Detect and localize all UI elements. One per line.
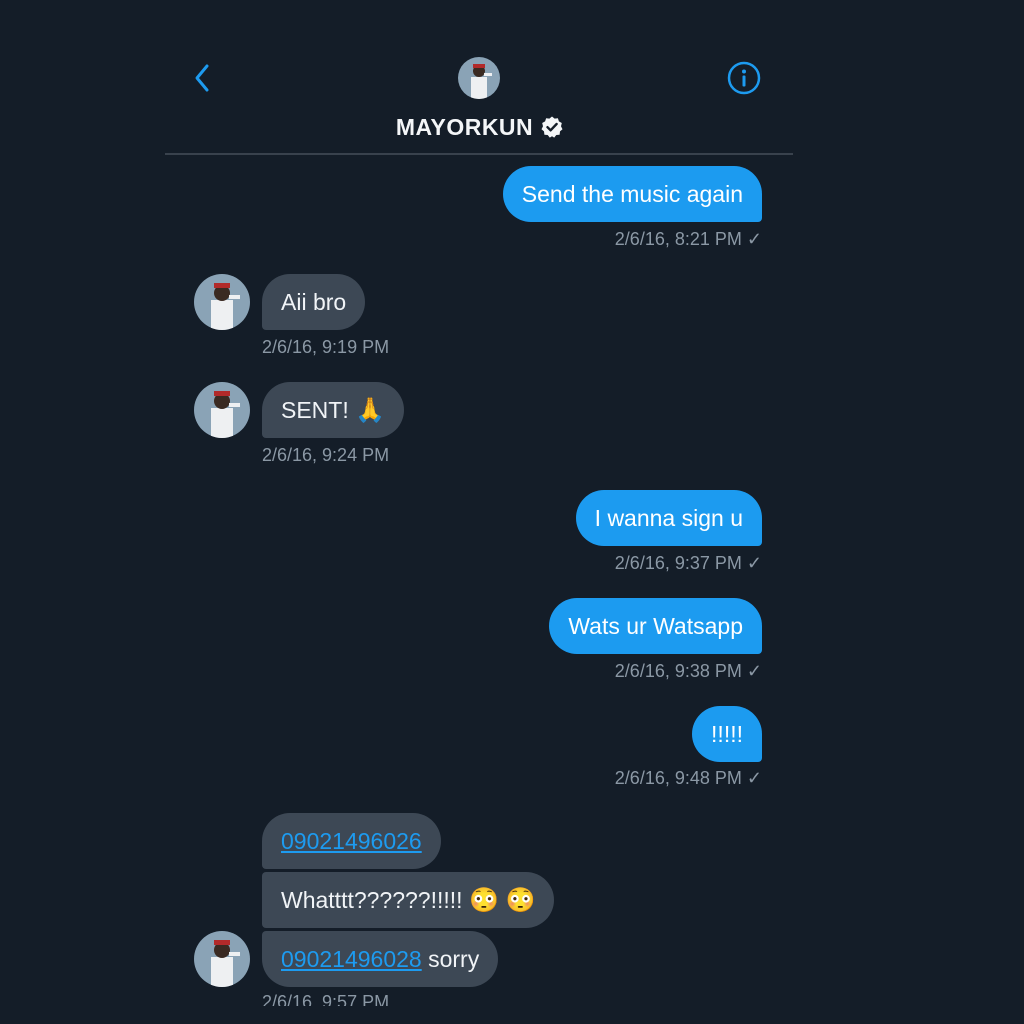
message-bubble-incoming[interactable]: SENT! 🙏 — [262, 382, 405, 438]
message-bubble-incoming[interactable]: 09021496028 sorry — [262, 931, 499, 987]
contact-name: MAYORKUN — [395, 113, 534, 140]
message-bubble-outgoing[interactable]: Send the music again — [502, 166, 762, 222]
message-timestamp: 2/6/16, 9:24 PM — [262, 445, 390, 465]
sender-avatar[interactable] — [194, 274, 250, 330]
phone-number-link[interactable]: 09021496028 — [281, 946, 422, 972]
message-text: SENT! — [281, 397, 349, 423]
message-text: I wanna sign u — [594, 505, 743, 531]
verified-badge-icon — [541, 116, 563, 138]
info-icon[interactable] — [727, 61, 761, 95]
contact-avatar[interactable] — [458, 57, 500, 99]
message-bubble-incoming[interactable]: 09021496026 — [262, 813, 441, 869]
phone-number-link[interactable]: 09021496026 — [281, 828, 422, 854]
message-bubble-incoming[interactable]: Aii bro — [262, 274, 366, 330]
message-timestamp: 2/6/16, 8:21 PM ✓ — [614, 229, 762, 249]
message-text: !!!!! — [711, 721, 743, 747]
message-bubble-outgoing[interactable]: !!!!! — [692, 706, 762, 762]
message-timestamp: 2/6/16, 9:38 PM ✓ — [614, 661, 762, 681]
message-text: Whatttt??????!!!!! — [281, 887, 463, 913]
read-check-icon: ✓ — [746, 768, 762, 788]
flushed-face-emoji: 😳 😳 — [468, 887, 536, 914]
message-bubble-outgoing[interactable]: Wats ur Watsapp — [549, 598, 762, 654]
message-text: sorry — [428, 946, 480, 972]
message-text: Send the music again — [521, 181, 743, 207]
read-check-icon: ✓ — [746, 661, 762, 681]
message-bubble-outgoing[interactable]: I wanna sign u — [575, 490, 762, 546]
header-divider — [165, 153, 793, 155]
read-check-icon: ✓ — [746, 553, 762, 573]
message-timestamp: 2/6/16, 9:48 PM ✓ — [614, 768, 762, 788]
message-text: Aii bro — [281, 289, 347, 315]
conversation-title: MAYORKUN — [360, 112, 600, 142]
message-timestamp: 2/6/16, 9:37 PM ✓ — [614, 553, 762, 573]
message-timestamp: 2/6/16, 9:57 PM — [262, 992, 390, 1006]
sender-avatar[interactable] — [194, 382, 250, 438]
message-text: Wats ur Watsapp — [568, 613, 743, 639]
message-timestamp: 2/6/16, 9:19 PM — [262, 337, 390, 357]
chevron-left-icon[interactable] — [190, 62, 214, 94]
read-check-icon: ✓ — [746, 229, 762, 249]
sender-avatar[interactable] — [194, 931, 250, 987]
message-bubble-incoming[interactable]: Whatttt??????!!!!! 😳 😳 — [262, 872, 555, 928]
folded-hands-emoji: 🙏 — [355, 397, 386, 424]
